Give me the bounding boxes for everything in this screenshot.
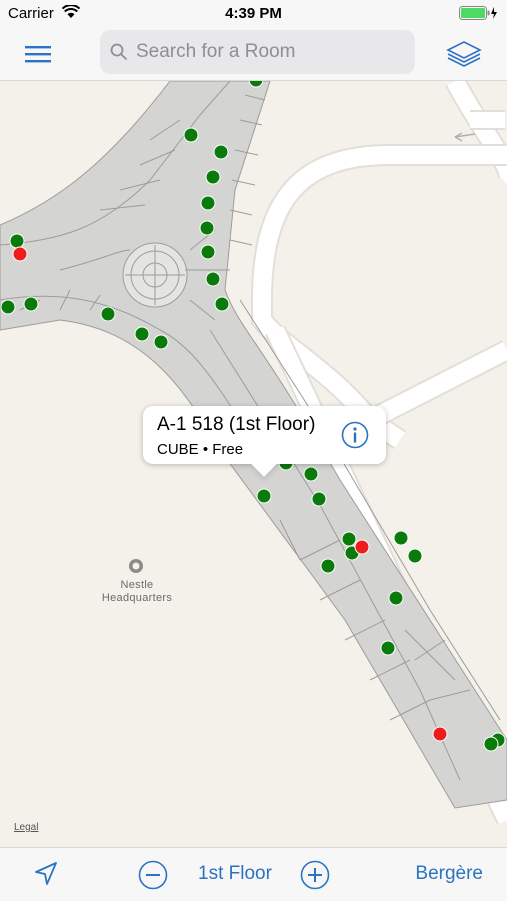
callout-title: A-1 518 (1st Floor) — [157, 414, 316, 435]
nav-bar — [0, 28, 507, 81]
status-bar: Carrier 4:39 PM — [0, 0, 507, 28]
bottom-toolbar: 1st Floor Bergère — [0, 847, 507, 901]
battery-icon — [459, 6, 497, 20]
status-time: 4:39 PM — [225, 5, 282, 22]
floor-up-icon[interactable] — [300, 860, 330, 890]
location-arrow-icon[interactable] — [32, 860, 60, 888]
info-icon[interactable] — [341, 421, 369, 449]
room-callout[interactable]: A-1 518 (1st Floor) CUBE • Free — [143, 406, 386, 464]
search-input[interactable] — [136, 30, 406, 74]
poi-label[interactable]: Nestle Headquarters — [85, 579, 189, 605]
building-selector[interactable]: Bergère — [415, 863, 483, 885]
layers-icon[interactable] — [444, 36, 484, 72]
floor-down-icon[interactable] — [138, 860, 168, 890]
legal-link[interactable]: Legal — [14, 822, 38, 833]
menu-icon[interactable] — [22, 40, 56, 68]
poi-marker-icon[interactable] — [128, 558, 144, 574]
search-bar[interactable] — [100, 30, 415, 74]
callout-subtitle: CUBE • Free — [157, 441, 244, 458]
floor-label: 1st Floor — [198, 863, 272, 884]
search-icon — [110, 43, 128, 61]
